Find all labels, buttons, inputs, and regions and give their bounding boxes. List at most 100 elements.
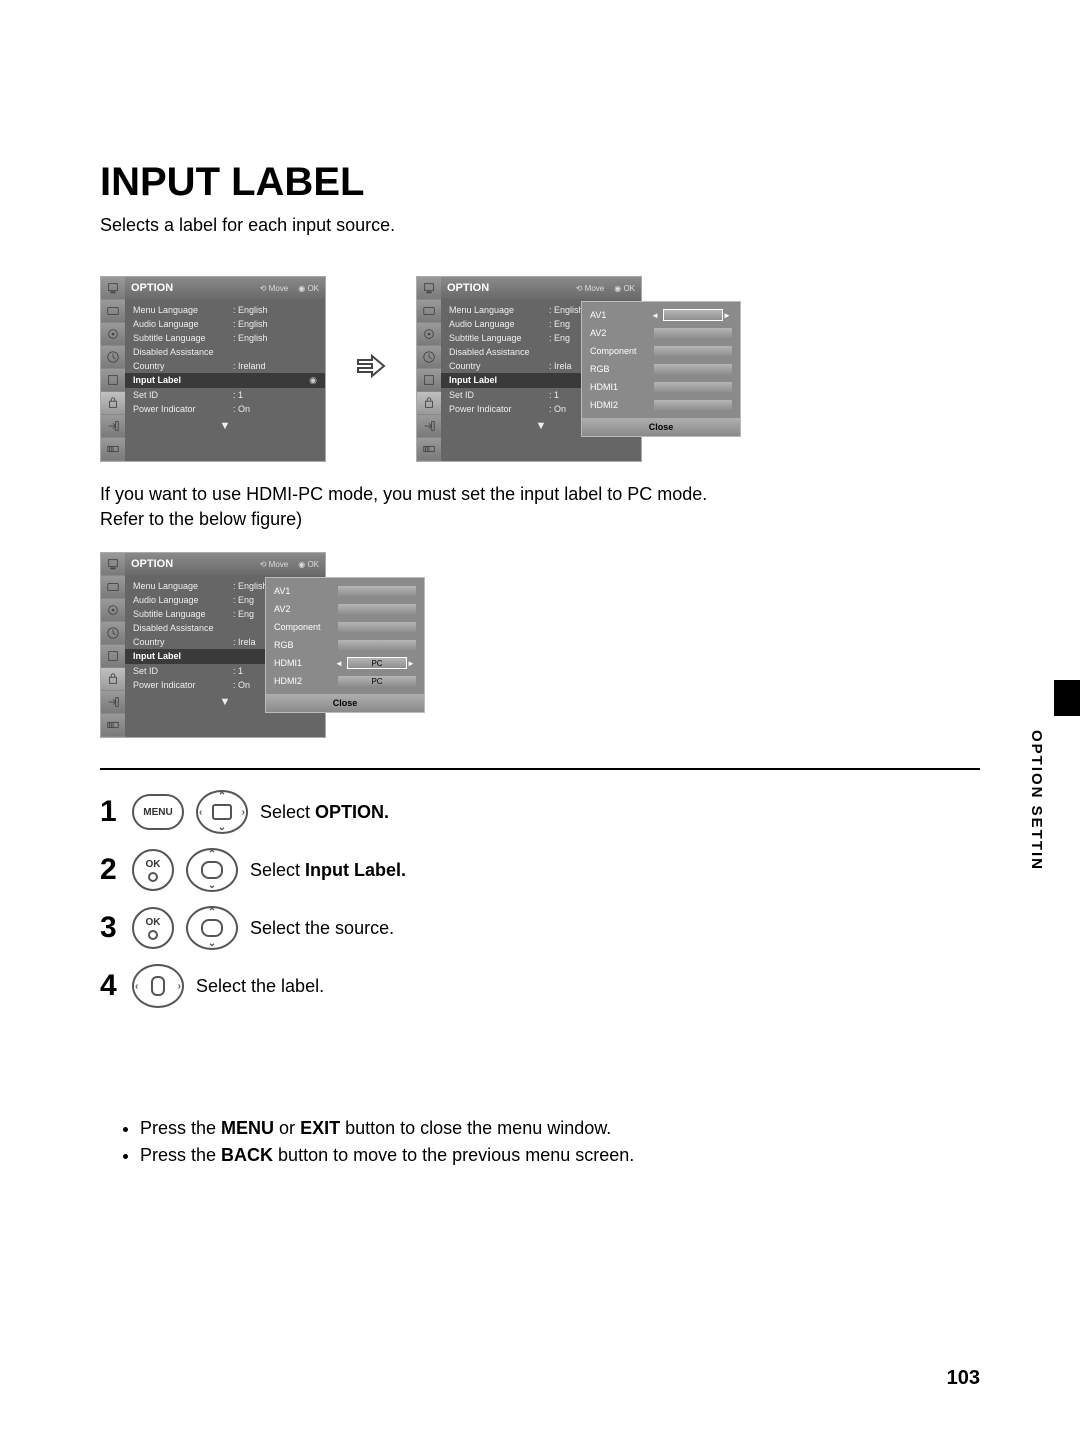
input-label-popup: AV1◄►AV2ComponentRGBHDMI1HDMI2Close: [581, 301, 741, 437]
tab-icon: [422, 373, 436, 387]
step-text: Select OPTION.: [260, 802, 389, 823]
popup-row: Component: [270, 618, 420, 636]
divider: [100, 768, 980, 770]
step-1: 1 MENU ⌃⌄‹› Select OPTION.: [100, 790, 980, 834]
tab-icon: [422, 442, 436, 456]
mid-text: If you want to use HDMI-PC mode, you mus…: [100, 482, 980, 532]
note-item: Press the BACK button to move to the pre…: [140, 1145, 980, 1166]
tab-icon: [422, 281, 436, 295]
osd-tab: [101, 622, 125, 645]
page-number: 103: [947, 1367, 980, 1390]
osd-header: OPTION⟲ Move◉ OK: [441, 277, 641, 299]
osd-tab: [101, 438, 125, 461]
osd-header: OPTION⟲ Move◉ OK: [125, 277, 325, 299]
osd-tab: [417, 369, 441, 392]
osd-panel-1: OPTION⟲ Move◉ OK Menu LanguageEnglishAud…: [100, 276, 326, 462]
popup-row: AV2: [270, 600, 420, 618]
popup-row: AV1◄►: [586, 306, 736, 324]
osd-tab: [101, 691, 125, 714]
step-number: 4: [100, 969, 120, 1003]
tab-icon: [106, 557, 120, 571]
osd-row: Set ID1: [125, 388, 325, 402]
tab-icon: [106, 718, 120, 732]
osd-tab-strip: [101, 553, 125, 737]
osd-row: CountryIreland: [125, 359, 325, 373]
popup-row: RGB: [270, 636, 420, 654]
tab-icon: [106, 304, 120, 318]
tab-icon: [106, 373, 120, 387]
tab-icon: [106, 327, 120, 341]
osd-panel-2: OPTION⟲ Move◉ OK Menu LanguageEnglishAud…: [416, 276, 642, 462]
popup-row: RGB: [586, 360, 736, 378]
step-2: 2 OK ⌃⌄ Select Input Label.: [100, 848, 980, 892]
menu-button-icon: MENU: [132, 794, 184, 830]
updown-icon: ⌃⌄: [186, 906, 238, 950]
dpad-icon: ⌃⌄‹›: [196, 790, 248, 834]
osd-tab: [101, 714, 125, 737]
figure-row-1: OPTION⟲ Move◉ OK Menu LanguageEnglishAud…: [100, 276, 980, 462]
osd-tab: [417, 415, 441, 438]
updown-icon: ⌃⌄: [186, 848, 238, 892]
tab-icon: [106, 695, 120, 709]
tab-icon: [106, 419, 120, 433]
osd-row: Subtitle LanguageEnglish: [125, 331, 325, 345]
osd-tab: [101, 415, 125, 438]
tab-icon: [106, 626, 120, 640]
popup-row: HDMI2: [586, 396, 736, 414]
close-button: Close: [582, 418, 740, 436]
osd-tab: [101, 668, 125, 691]
page-title: INPUT LABEL: [100, 160, 980, 205]
tab-icon: [106, 603, 120, 617]
close-button: Close: [266, 694, 424, 712]
step-text: Select Input Label.: [250, 860, 406, 881]
tab-icon: [106, 396, 120, 410]
osd-tab: [417, 277, 441, 300]
popup-row: AV1: [270, 582, 420, 600]
ok-button-icon: OK: [132, 907, 174, 949]
step-text: Select the source.: [250, 918, 394, 939]
intro-text: Selects a label for each input source.: [100, 215, 980, 236]
osd-tab: [417, 346, 441, 369]
tab-icon: [422, 327, 436, 341]
steps-list: 1 MENU ⌃⌄‹› Select OPTION. 2 OK ⌃⌄ Selec…: [100, 790, 980, 1008]
osd-tab: [101, 300, 125, 323]
tab-icon: [422, 304, 436, 318]
ok-button-icon: OK: [132, 849, 174, 891]
osd-tab: [101, 369, 125, 392]
popup-row: HDMI1◄PC►: [270, 654, 420, 672]
osd-tab: [101, 599, 125, 622]
side-tab: [1054, 680, 1080, 716]
popup-row: HDMI1: [586, 378, 736, 396]
osd-tab: [101, 576, 125, 599]
osd-tab: [101, 323, 125, 346]
osd-row: Input Label◉: [125, 373, 325, 388]
osd-tab: [417, 300, 441, 323]
osd-row: Audio LanguageEnglish: [125, 317, 325, 331]
osd-tab-strip: [417, 277, 441, 461]
osd-tab: [101, 645, 125, 668]
tab-icon: [106, 350, 120, 364]
osd-tab: [101, 346, 125, 369]
osd-header: OPTION⟲ Move◉ OK: [125, 553, 325, 575]
osd-scroll-indicator: ▼: [125, 418, 325, 436]
osd-tab: [101, 392, 125, 415]
osd-tab: [417, 323, 441, 346]
osd-tab: [417, 392, 441, 415]
osd-row: Menu LanguageEnglish: [125, 303, 325, 317]
section-label: OPTION SETTIN: [1028, 730, 1045, 871]
tab-icon: [106, 649, 120, 663]
footer-notes: Press the MENU or EXIT button to close t…: [100, 1118, 980, 1166]
arrow-icon: [356, 353, 386, 385]
step-4: 4 ‹› Select the label.: [100, 964, 980, 1008]
popup-row: HDMI2PC: [270, 672, 420, 690]
step-3: 3 OK ⌃⌄ Select the source.: [100, 906, 980, 950]
tab-icon: [422, 396, 436, 410]
popup-row: AV2: [586, 324, 736, 342]
figure-row-2: OPTION⟲ Move◉ OK Menu LanguageEnglishAud…: [100, 552, 980, 738]
step-number: 1: [100, 795, 120, 829]
osd-tab: [101, 277, 125, 300]
tab-icon: [106, 672, 120, 686]
osd-panel-3: OPTION⟲ Move◉ OK Menu LanguageEnglishAud…: [100, 552, 326, 738]
leftright-icon: ‹›: [132, 964, 184, 1008]
step-number: 2: [100, 853, 120, 887]
